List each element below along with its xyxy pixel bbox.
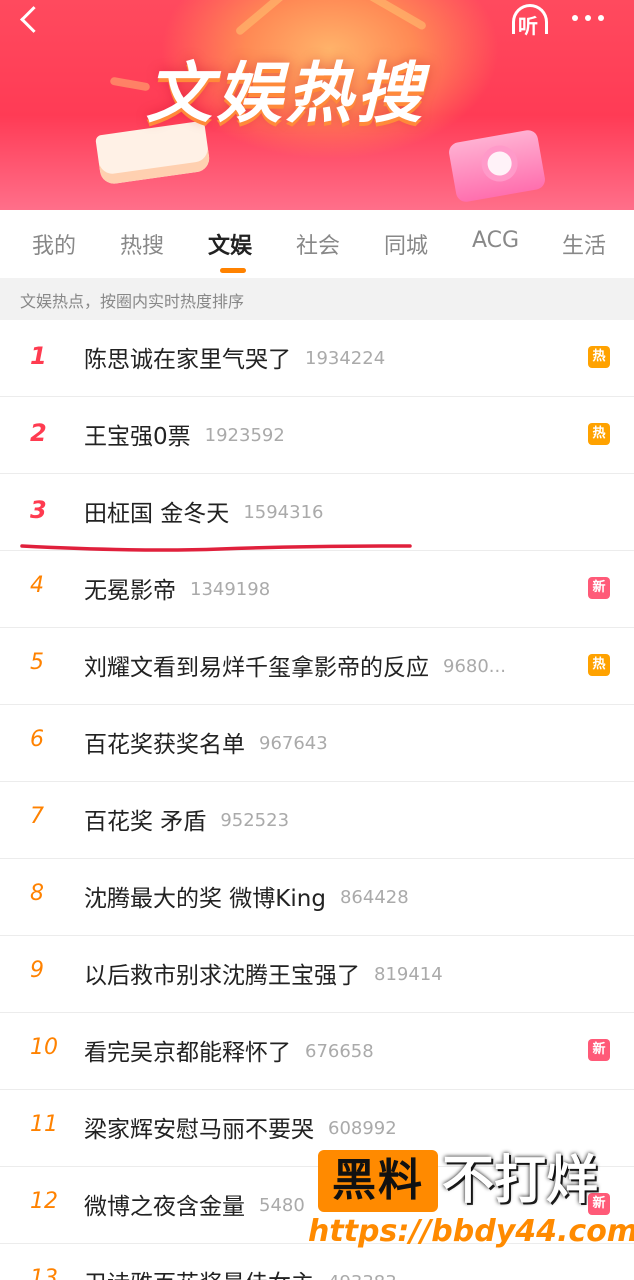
tab-society[interactable]: 社会 — [296, 228, 340, 260]
more-icon[interactable] — [572, 8, 616, 28]
topic-title[interactable]: 田柾国 金冬天 — [84, 494, 229, 528]
tab-local[interactable]: 同城 — [384, 228, 428, 260]
list-item[interactable]: 9 以后救市别求沈腾王宝强了 819414 — [0, 936, 634, 1013]
tab-hot[interactable]: 热搜 — [120, 228, 164, 260]
list-item[interactable]: 1 陈思诚在家里气哭了 1934224 热 — [0, 320, 634, 397]
rank-number: 11 — [30, 1112, 58, 1137]
rank-number: 2 — [30, 419, 47, 447]
rank-number: 8 — [30, 881, 44, 906]
rank-number: 12 — [30, 1189, 58, 1214]
rank-number: 5 — [30, 650, 44, 675]
heat-count: 952523 — [220, 810, 290, 831]
list-subtitle: 文娱热点，按圈内实时热度排序 — [0, 278, 634, 320]
listen-button[interactable]: 听 — [506, 0, 554, 40]
banner-title: 文娱热搜 — [146, 55, 426, 132]
rank-number: 7 — [30, 804, 44, 829]
rank-number: 1 — [30, 342, 47, 370]
tab-acg[interactable]: ACG — [472, 228, 519, 253]
heat-count: 1934224 — [305, 348, 386, 369]
category-tabs: 我的 热搜 文娱 社会 同城 ACG 生活 — [0, 210, 634, 278]
list-item[interactable]: 6 百花奖获奖名单 967643 — [0, 705, 634, 782]
topic-title[interactable]: 百花奖获奖名单 — [84, 725, 245, 759]
rank-number: 6 — [30, 727, 44, 752]
list-item[interactable]: 8 沈腾最大的奖 微博King 864428 — [0, 859, 634, 936]
banner: 文娱热搜 听 — [0, 0, 634, 210]
hot-badge: 热 — [588, 423, 610, 445]
list-item[interactable]: 5 刘耀文看到易烊千玺拿影帝的反应 9680... 热 — [0, 628, 634, 705]
camera-illustration — [447, 128, 547, 204]
watermark-url: https://bbdy44.com — [308, 1214, 634, 1249]
annotation-underline — [20, 544, 412, 552]
topic-title[interactable]: 微博之夜含金量 — [84, 1187, 245, 1221]
back-icon[interactable] — [14, 4, 44, 34]
list-item[interactable]: 10 看完吴京都能释怀了 676658 新 — [0, 1013, 634, 1090]
rank-number: 13 — [30, 1266, 58, 1280]
camera-lens — [478, 142, 521, 185]
tab-mine[interactable]: 我的 — [32, 228, 76, 260]
watermark: 黑料 不打烊 https://bbdy44.com — [308, 1150, 634, 1260]
topic-title[interactable]: 刘耀文看到易烊千玺拿影帝的反应 — [84, 648, 429, 682]
topic-title[interactable]: 卫诗雅百花奖最佳女主 — [84, 1264, 314, 1280]
watermark-logo: 黑料 — [318, 1150, 438, 1212]
hot-badge: 热 — [588, 654, 610, 676]
list-item[interactable]: 2 王宝强0票 1923592 热 — [0, 397, 634, 474]
heat-count: 493383 — [328, 1272, 397, 1280]
topic-title[interactable]: 王宝强0票 — [84, 417, 191, 451]
topic-title[interactable]: 无冕影帝 — [84, 571, 176, 605]
heat-count: 9680... — [443, 656, 506, 677]
tab-entertainment[interactable]: 文娱 — [208, 228, 252, 260]
heat-count: 1594316 — [243, 502, 324, 523]
new-badge: 新 — [588, 577, 610, 599]
list-item[interactable]: 7 百花奖 矛盾 952523 — [0, 782, 634, 859]
heat-count: 864428 — [339, 887, 409, 908]
topic-title[interactable]: 陈思诚在家里气哭了 — [84, 340, 291, 374]
topic-title[interactable]: 百花奖 矛盾 — [84, 802, 206, 836]
topic-title[interactable]: 梁家辉安慰马丽不要哭 — [84, 1110, 314, 1144]
rank-number: 3 — [30, 496, 47, 524]
list-item[interactable]: 4 无冕影帝 1349198 新 — [0, 551, 634, 628]
tab-life[interactable]: 生活 — [562, 228, 606, 260]
rank-number: 9 — [30, 958, 44, 983]
active-tab-indicator — [220, 268, 246, 273]
topic-title[interactable]: 看完吴京都能释怀了 — [84, 1033, 291, 1067]
heat-count: 967643 — [259, 733, 328, 754]
heat-count: 5480 — [259, 1195, 305, 1216]
hot-badge: 热 — [588, 346, 610, 368]
rank-number: 10 — [30, 1035, 58, 1060]
heat-count: 1923592 — [204, 425, 285, 446]
listen-label: 听 — [518, 14, 538, 38]
heat-count: 1349198 — [190, 579, 271, 600]
new-badge: 新 — [588, 1039, 610, 1061]
heat-count: 608992 — [328, 1118, 397, 1139]
hot-search-list: 1 陈思诚在家里气哭了 1934224 热 2 王宝强0票 1923592 热 3 田柾国 金冬天… — [0, 320, 634, 1280]
topic-title[interactable]: 以后救市别求沈腾王宝强了 — [84, 956, 360, 990]
banner-ray — [109, 76, 151, 92]
heat-count: 676658 — [305, 1041, 374, 1062]
heat-count: 819414 — [374, 964, 443, 985]
watermark-text: 不打烊 — [442, 1151, 599, 1211]
rank-number: 4 — [30, 573, 44, 598]
topic-title[interactable]: 沈腾最大的奖 微博King — [84, 879, 326, 913]
